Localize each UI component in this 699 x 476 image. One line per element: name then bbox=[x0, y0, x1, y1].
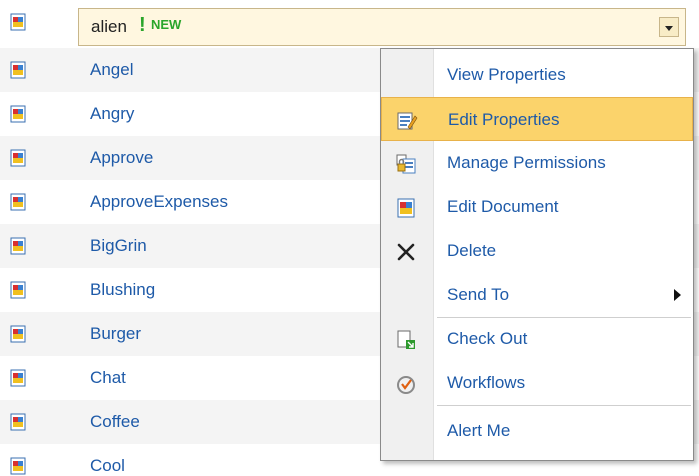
menu-item-edit-document[interactable]: Edit Document bbox=[381, 185, 693, 229]
document-icon bbox=[10, 149, 26, 167]
item-title[interactable]: Coffee bbox=[90, 412, 140, 432]
delete-x-icon bbox=[397, 243, 415, 261]
item-title[interactable]: Burger bbox=[90, 324, 141, 344]
document-icon bbox=[10, 413, 26, 431]
permissions-icon bbox=[396, 154, 416, 174]
document-icon bbox=[10, 61, 26, 79]
document-icon bbox=[10, 237, 26, 255]
menu-item-label: Delete bbox=[447, 241, 497, 260]
menu-item-manage-permissions[interactable]: Manage Permissions bbox=[381, 141, 693, 185]
document-icon bbox=[10, 325, 26, 343]
workflow-icon bbox=[397, 376, 415, 394]
document-icon bbox=[10, 105, 26, 123]
menu-item-label: Edit Document bbox=[447, 197, 559, 216]
document-icon bbox=[10, 457, 26, 475]
document-icon bbox=[10, 13, 26, 31]
edit-properties-icon bbox=[397, 112, 418, 130]
menu-item-send-to[interactable]: Send To bbox=[381, 273, 693, 317]
menu-item-label: Edit Properties bbox=[448, 110, 560, 129]
menu-item-label: Check Out bbox=[447, 329, 528, 348]
new-exclaim-icon: ! bbox=[139, 14, 146, 36]
item-dropdown-button[interactable] bbox=[659, 17, 679, 37]
menu-item-label: Alert Me bbox=[447, 421, 511, 440]
check-out-icon bbox=[397, 330, 415, 349]
item-title[interactable]: Chat bbox=[90, 368, 126, 388]
item-title[interactable]: Cool bbox=[90, 456, 125, 476]
document-icon bbox=[10, 193, 26, 211]
menu-item-workflows[interactable]: Workflows bbox=[381, 361, 693, 405]
item-title[interactable]: Blushing bbox=[90, 280, 155, 300]
submenu-arrow-icon bbox=[674, 289, 681, 301]
item-title[interactable]: Angry bbox=[90, 104, 134, 124]
list-item-alien[interactable]: alien ! NEW bbox=[0, 0, 699, 46]
menu-item-label: Send To bbox=[447, 285, 510, 304]
menu-item-delete[interactable]: Delete bbox=[381, 229, 693, 273]
item-title[interactable]: alien bbox=[91, 17, 127, 37]
menu-separator bbox=[437, 405, 691, 406]
item-title[interactable]: Angel bbox=[90, 60, 133, 80]
menu-item-alert-me[interactable]: Alert Me bbox=[381, 409, 693, 453]
context-menu: View Properties Edit Properties Manage P… bbox=[380, 48, 694, 461]
menu-item-check-out[interactable]: Check Out bbox=[381, 317, 693, 361]
menu-item-label: Manage Permissions bbox=[447, 153, 606, 172]
item-title[interactable]: ApproveExpenses bbox=[90, 192, 228, 212]
menu-item-edit-properties[interactable]: Edit Properties bbox=[381, 97, 693, 141]
menu-item-view-properties[interactable]: View Properties bbox=[381, 53, 693, 97]
document-icon bbox=[397, 198, 415, 218]
item-title[interactable]: Approve bbox=[90, 148, 153, 168]
document-icon bbox=[10, 281, 26, 299]
new-badge: NEW bbox=[151, 17, 182, 32]
menu-item-label: Workflows bbox=[447, 373, 526, 392]
menu-item-label: View Properties bbox=[447, 65, 566, 84]
selected-item-box[interactable]: alien ! NEW bbox=[78, 8, 686, 46]
item-title[interactable]: BigGrin bbox=[90, 236, 147, 256]
document-icon bbox=[10, 369, 26, 387]
